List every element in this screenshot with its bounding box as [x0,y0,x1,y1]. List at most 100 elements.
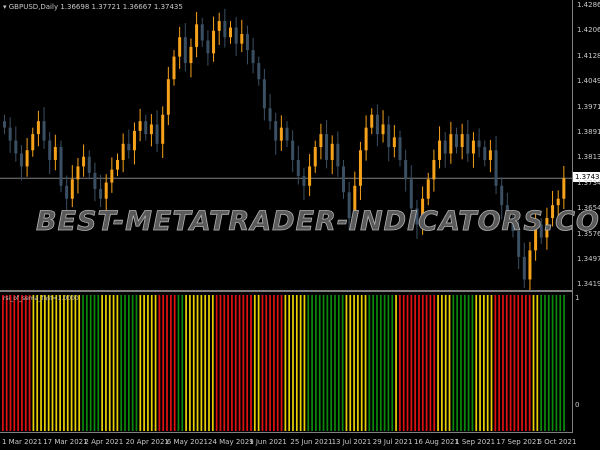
candle-body [398,137,402,160]
indicator-bar-yellow [192,295,195,431]
candle-body [296,159,300,177]
candle [325,119,329,169]
candle-body [279,127,283,141]
candle-body [483,147,487,160]
indicator-bar-red [231,295,233,431]
indicator-bar-yellow [108,295,111,431]
indicator-bar-red [166,295,168,431]
candle [31,127,35,157]
candle-body [308,166,312,186]
indicator-bar-green [460,295,462,431]
candle-body [426,179,430,199]
indicator-bar-green [376,295,378,431]
indicator-bar-red [21,295,23,431]
indicator-bar-red [261,295,264,431]
time-tick: 17 Sep 2021 [496,438,541,446]
candle [116,153,119,177]
panel-divider[interactable] [0,290,573,292]
candle-body [528,250,532,280]
price-tick: 1.35765 [577,229,600,238]
price-tick: 1.38135 [577,153,600,162]
indicator-bar-yellow [364,295,367,431]
indicator-bar-yellow [74,295,77,431]
indicator-bar-red [223,295,226,431]
candle [70,165,74,208]
indicator-bar-yellow [536,295,539,431]
indicator-bar-yellow [292,295,294,431]
indicator-bar-green [379,295,382,431]
indicator-bar-yellow [150,295,153,431]
indicator-bar-green [318,295,321,431]
candle [19,145,23,181]
indicator-bar-yellow [51,295,54,431]
candle [251,37,255,74]
indicator-bar-yellow [395,295,397,431]
candle-body [358,150,362,186]
indicator-bar-yellow [189,295,191,431]
indicator-bar-green [330,295,333,431]
candle-body [432,159,436,180]
indicator-bar-yellow [475,295,478,431]
price-tick: 1.34190 [577,280,600,289]
indicator-bar-yellow [70,295,73,431]
candle [59,140,63,193]
candle [319,123,323,160]
candle-body [268,108,272,122]
candle [302,167,306,201]
candle [87,150,91,180]
candle-body [223,21,227,38]
candle [477,128,481,158]
indicator-bar-red [528,295,531,431]
price-chart[interactable] [0,0,600,291]
candle-body [48,140,52,160]
indicator-bar-red [402,295,405,431]
indicator-bar-red [399,295,401,431]
candle-body [144,121,148,135]
indicator-bar-green [551,295,554,431]
indicator-bar-yellow [437,295,439,431]
candle [82,144,86,177]
indicator-bar-red [219,295,222,431]
candle-body [31,134,35,151]
indicator-bar-yellow [59,295,61,431]
indicator-bar-yellow [257,295,260,431]
indicator-bar-yellow [147,295,149,431]
indicator-bar-yellow [479,295,481,431]
candle-body [161,114,165,144]
indicator-bar-yellow [63,295,65,431]
indicator-bar-green [544,295,546,431]
indicator-bar-red [5,295,8,431]
time-tick: 6 May 2021 [166,438,208,446]
indicator-panel[interactable] [0,292,600,432]
candle-body [500,185,504,206]
candle-body [127,143,131,151]
indicator-bar-green [326,295,329,431]
candle [48,132,52,175]
candle-body [212,30,216,54]
candle-body [460,134,464,148]
indicator-bar-yellow [448,295,451,431]
indicator-bar-green [85,295,88,431]
indicator-bar-green [555,295,558,431]
open-value: 1.36698 [60,3,90,11]
candle [42,106,46,149]
indicator-bar-yellow [211,295,214,431]
indicator-bar-yellow [55,295,58,431]
candle [404,149,408,192]
candle [161,106,165,159]
time-tick: 13 Jul 2021 [331,438,372,446]
time-tick: 16 Aug 2021 [414,438,459,446]
collapse-triangle-icon[interactable]: ▾ [3,3,7,11]
candle-body [42,121,46,141]
candle-body [70,179,74,199]
candle-body [138,121,142,131]
candle-body [87,156,91,173]
indicator-bar-red [418,295,420,431]
candle-body [522,256,526,280]
candle-body [262,79,266,109]
time-tick: 1 Mar 2021 [2,438,42,446]
candle-body [104,182,108,199]
indicator-bar-red [24,295,27,431]
candle [229,21,232,44]
candle-body [155,124,159,144]
